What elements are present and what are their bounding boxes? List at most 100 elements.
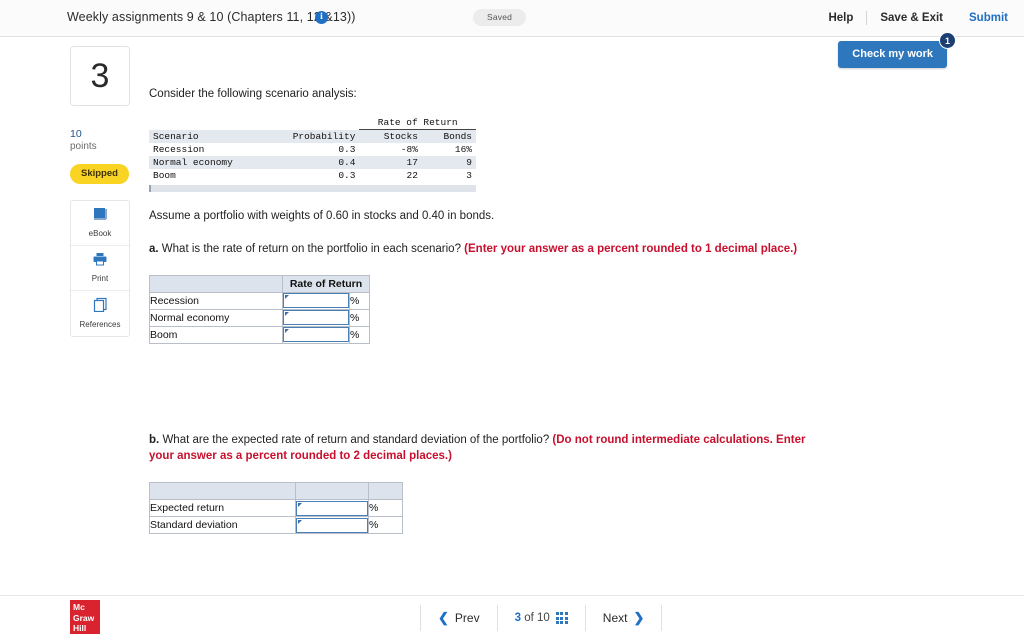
part-a-label: a.	[149, 243, 159, 255]
col-scenario: Scenario	[149, 129, 266, 143]
answer-a-rate-header: Rate of Return	[282, 274, 370, 293]
assumption-text: Assume a portfolio with weights of 0.60 …	[149, 210, 495, 222]
answer-a-header-row: Rate of Return	[149, 274, 370, 293]
intro-text: Consider the following scenario analysis…	[149, 88, 357, 100]
unit-standard-deviation: %	[368, 516, 403, 535]
question-body: Consider the following scenario analysis…	[149, 46, 849, 535]
row-label-standard-deviation: Standard deviation	[149, 516, 296, 535]
page-counter: 3 of 10	[515, 612, 550, 624]
prev-button[interactable]: ❮ Prev	[421, 605, 497, 631]
check-my-work-badge: 1	[939, 32, 956, 49]
points-unit: points	[70, 141, 97, 153]
unit-boom: %	[349, 325, 370, 344]
expected-return-input[interactable]	[296, 500, 368, 516]
scenario-header-row: Scenario Probability Stocks Bonds	[149, 129, 476, 143]
grid-icon[interactable]	[555, 612, 568, 624]
check-my-work-button[interactable]: Check my work	[838, 41, 947, 68]
page-of: of	[524, 612, 534, 624]
assignment-page: Weekly assignments 9 & 10 (Chapters 11, …	[0, 0, 1024, 640]
header-actions: Help Save & Exit Submit	[815, 11, 1008, 25]
part-a-text: What is the rate of return on the portfo…	[161, 243, 461, 255]
answer-a-blank-header	[149, 274, 283, 293]
points-block: 10 points	[70, 128, 130, 154]
table-row: Expected return %	[149, 499, 403, 518]
row-label-normal-economy: Normal economy	[149, 308, 283, 327]
chevron-left-icon: ❮	[438, 610, 449, 625]
scenario-table-scrollbar[interactable]	[149, 185, 476, 192]
table-row: Recession %	[149, 291, 370, 310]
page-total: 10	[537, 612, 550, 624]
submit-link[interactable]: Submit	[956, 12, 1008, 24]
scenario-table-wrap: Rate of Return Scenario Probability Stoc…	[149, 116, 476, 192]
prev-label: Prev	[454, 611, 480, 625]
save-and-exit-link[interactable]: Save & Exit	[867, 12, 956, 24]
table-row: Boom %	[149, 325, 370, 344]
table-row: Recession 0.3 -8% 16%	[153, 144, 472, 155]
row-label-recession: Recession	[149, 291, 283, 310]
page-current: 3	[514, 612, 521, 624]
part-a-question: a. What is the rate of return on the por…	[149, 241, 814, 258]
unit-expected-return: %	[368, 499, 403, 518]
info-icon[interactable]: i	[315, 11, 328, 24]
unit-normal-economy: %	[349, 308, 370, 327]
points-value: 10	[70, 128, 82, 140]
pagination: ❮ Prev 3 of 10 Next ❯	[420, 603, 663, 633]
documents-icon	[93, 297, 108, 317]
print-button[interactable]: Print	[71, 246, 129, 291]
printer-icon	[92, 252, 108, 271]
top-header: Weekly assignments 9 & 10 (Chapters 11, …	[0, 0, 1024, 37]
input-cell-normal-economy[interactable]	[282, 308, 350, 327]
answer-b-blank-header-2	[295, 482, 369, 501]
assignment-title: Weekly assignments 9 & 10 (Chapters 11, …	[67, 10, 356, 24]
question-number: 3	[70, 46, 130, 106]
logo-line-2: Graw	[73, 612, 95, 623]
input-cell-recession[interactable]	[282, 291, 350, 310]
part-b-text: What are the expected rate of return and…	[162, 433, 550, 446]
saved-status-badge: Saved	[473, 9, 527, 26]
scenario-group-header: Rate of Return	[359, 116, 476, 130]
next-button[interactable]: Next ❯	[586, 605, 662, 631]
question-rail: 3 10 points Skipped eBook Print Referenc…	[70, 46, 130, 337]
col-stocks: Stocks	[359, 129, 422, 143]
input-cell-boom[interactable]	[282, 325, 350, 344]
part-b-question: b. What are the expected rate of return …	[149, 432, 814, 465]
check-my-work-wrap: Check my work 1	[838, 32, 956, 68]
row-label-boom: Boom	[149, 325, 283, 344]
answer-b-blank-header-3	[368, 482, 403, 501]
mcgraw-hill-logo: Mc Graw Hill	[70, 600, 100, 634]
scenario-table: Rate of Return Scenario Probability Stoc…	[149, 116, 476, 182]
status-badge: Skipped	[70, 163, 129, 184]
logo-line-1: Mc	[73, 602, 85, 612]
page-indicator: 3 of 10	[498, 605, 585, 631]
answer-b-blank-header-1	[149, 482, 296, 501]
input-cell-expected-return[interactable]	[295, 499, 369, 518]
pager-divider	[661, 605, 663, 631]
chevron-right-icon: ❯	[633, 610, 645, 625]
scenario-group-header-row: Rate of Return	[149, 116, 476, 130]
answer-table-b: Expected return % Standard deviation %	[149, 482, 403, 535]
recession-input[interactable]	[283, 293, 349, 309]
references-button[interactable]: References	[71, 291, 129, 336]
row-label-expected-return: Expected return	[149, 499, 296, 518]
standard-deviation-input[interactable]	[296, 517, 368, 533]
answer-table-a: Rate of Return Recession % Normal econom…	[149, 274, 370, 344]
part-b-label: b.	[149, 433, 160, 446]
table-row: Standard deviation %	[149, 516, 403, 535]
unit-recession: %	[349, 291, 370, 310]
table-row: Normal economy %	[149, 308, 370, 327]
table-row: Boom 0.3 22 3	[153, 170, 472, 181]
part-a-instruction: (Enter your answer as a percent rounded …	[464, 243, 798, 255]
help-link[interactable]: Help	[815, 12, 866, 24]
tool-stack: eBook Print References	[70, 199, 130, 337]
ebook-button[interactable]: eBook	[71, 201, 129, 246]
ebook-label: eBook	[88, 229, 112, 239]
references-label: References	[79, 320, 121, 330]
print-label: Print	[91, 274, 109, 284]
boom-input[interactable]	[283, 327, 349, 343]
input-cell-standard-deviation[interactable]	[295, 516, 369, 535]
normal-economy-input[interactable]	[283, 310, 349, 326]
footer-bar: Mc Graw Hill ❮ Prev 3 of 10 Next ❯	[0, 595, 1024, 640]
table-row: Normal economy 0.4 17 9	[149, 156, 476, 169]
logo-line-3: Hill	[73, 623, 87, 634]
book-icon	[93, 207, 108, 226]
